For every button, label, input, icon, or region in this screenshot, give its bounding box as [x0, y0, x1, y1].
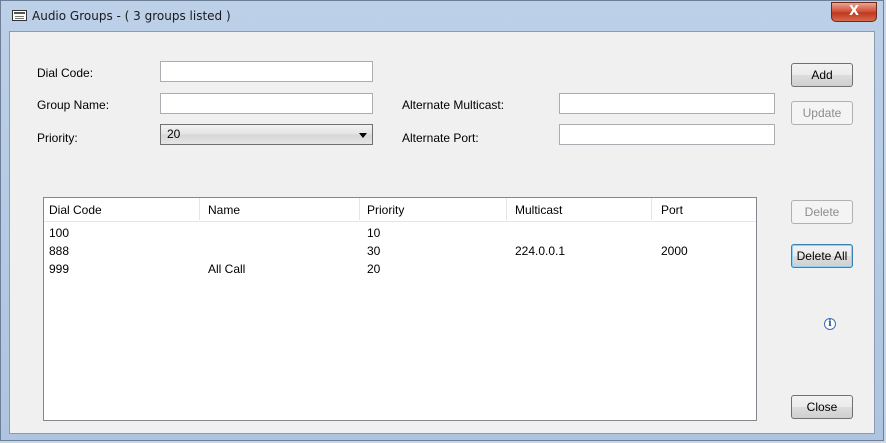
cell-dial-code: 999: [49, 262, 70, 276]
cell-multicast: 224.0.0.1: [515, 244, 566, 258]
priority-label: Priority:: [37, 131, 78, 145]
alternate-multicast-input[interactable]: [559, 93, 775, 114]
column-separator[interactable]: [506, 198, 507, 220]
group-name-input[interactable]: [160, 93, 373, 114]
delete-button[interactable]: Delete: [791, 200, 853, 224]
dial-code-label: Dial Code:: [37, 66, 94, 80]
column-header-dial-code[interactable]: Dial Code: [49, 203, 102, 217]
table-row[interactable]: 999 All Call 20: [44, 262, 756, 277]
column-header-multicast[interactable]: Multicast: [515, 203, 562, 217]
close-window-button[interactable]: X: [831, 2, 877, 22]
column-separator[interactable]: [359, 198, 360, 220]
add-button[interactable]: Add: [791, 63, 853, 87]
delete-all-button[interactable]: Delete All: [791, 244, 853, 268]
column-header-priority[interactable]: Priority: [367, 203, 404, 217]
info-icon[interactable]: i: [824, 318, 836, 330]
priority-selected-value: 20: [167, 127, 181, 141]
update-button[interactable]: Update: [791, 101, 853, 125]
cell-dial-code: 100: [49, 226, 70, 240]
cell-priority: 10: [367, 226, 381, 240]
title-bar[interactable]: Audio Groups - ( 3 groups listed ) X: [1, 1, 883, 31]
cell-dial-code: 888: [49, 244, 70, 258]
table-row[interactable]: 100 10: [44, 226, 756, 241]
column-separator[interactable]: [651, 198, 652, 220]
groups-list[interactable]: Dial Code Name Priority Multicast Port 1…: [43, 197, 757, 421]
table-row[interactable]: 888 30 224.0.0.1 2000: [44, 244, 756, 259]
column-header-port[interactable]: Port: [661, 203, 683, 217]
alternate-multicast-label: Alternate Multicast:: [402, 98, 505, 112]
alternate-port-label: Alternate Port:: [402, 131, 479, 145]
cell-priority: 30: [367, 244, 381, 258]
window-title: Audio Groups - ( 3 groups listed ): [32, 9, 231, 23]
group-name-label: Group Name:: [37, 98, 110, 112]
priority-select[interactable]: 20: [160, 124, 373, 145]
list-header: Dial Code Name Priority Multicast Port: [44, 198, 756, 222]
column-separator[interactable]: [199, 198, 200, 220]
cell-port: 2000: [661, 244, 688, 258]
dial-code-input[interactable]: [160, 61, 373, 82]
close-button[interactable]: Close: [791, 395, 853, 419]
window-icon: [12, 10, 27, 21]
alternate-port-input[interactable]: [559, 124, 775, 145]
close-icon: X: [848, 4, 860, 19]
column-header-name[interactable]: Name: [208, 203, 240, 217]
cell-priority: 20: [367, 262, 381, 276]
audio-groups-window: Audio Groups - ( 3 groups listed ) X Dia…: [0, 0, 884, 441]
chevron-down-icon: [359, 133, 367, 138]
cell-name: All Call: [208, 262, 246, 276]
dialog-body: Dial Code: Group Name: Priority: 20 Alte…: [9, 31, 875, 434]
